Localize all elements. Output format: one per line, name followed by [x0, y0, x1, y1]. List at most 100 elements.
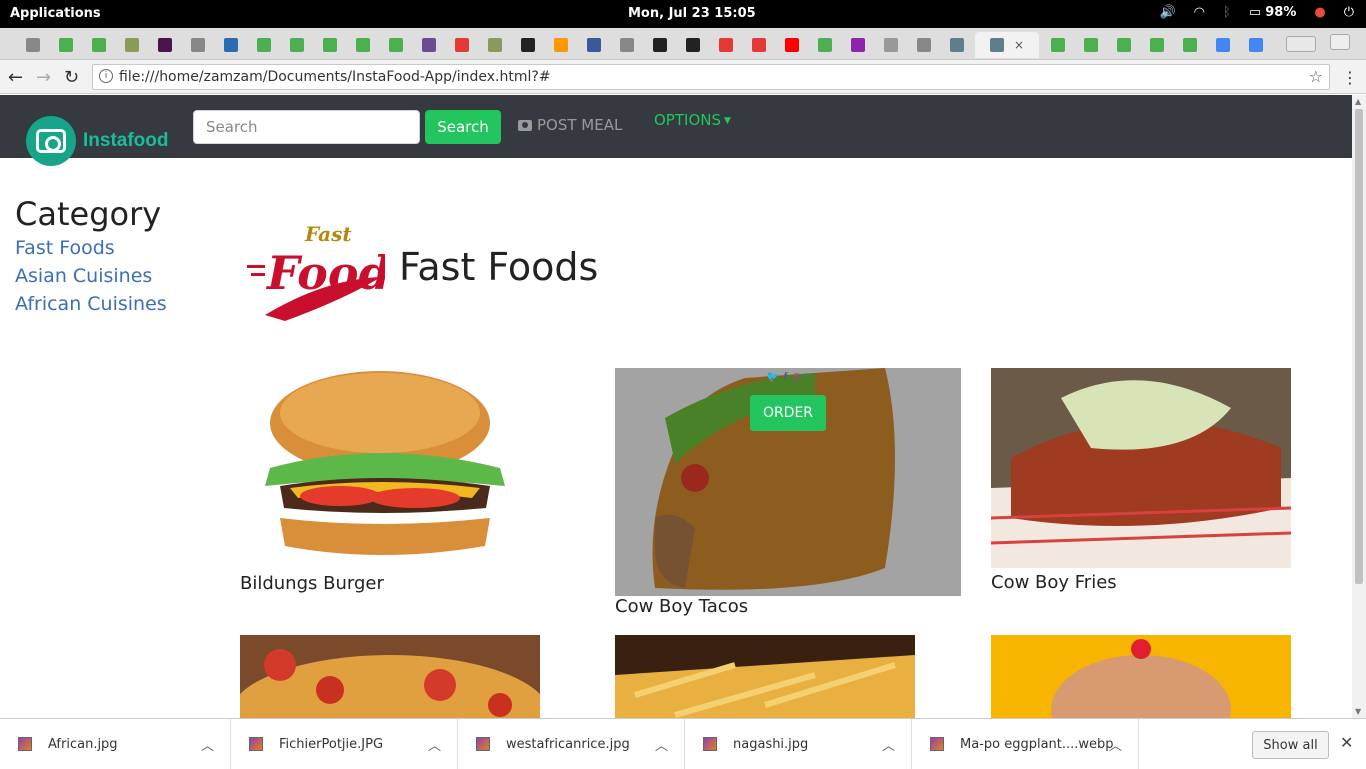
download-item[interactable]: African.jpg ︿ [0, 719, 231, 769]
french-fries-image [615, 635, 915, 718]
browser-tab[interactable] [381, 32, 411, 58]
post-meal-link[interactable]: POST MEAL [518, 116, 622, 134]
scroll-down-icon[interactable]: ▼ [1355, 707, 1361, 716]
chevron-up-icon[interactable]: ︿ [655, 735, 668, 754]
chevron-up-icon[interactable]: ︿ [201, 735, 214, 754]
applications-menu[interactable]: Applications [10, 6, 101, 21]
tab-favicon-icon [1117, 38, 1131, 52]
tab-favicon-icon [389, 38, 403, 52]
browser-tab[interactable] [1109, 32, 1139, 58]
new-tab-button[interactable] [1286, 36, 1316, 52]
twitter-icon[interactable]: 🐦 [766, 370, 780, 383]
power-icon[interactable]: ⏻ [1344, 5, 1354, 20]
options-dropdown[interactable]: OPTIONS ▼ [654, 111, 731, 129]
browser-tab[interactable] [513, 32, 543, 58]
browser-tab[interactable] [744, 32, 774, 58]
browser-tab[interactable] [480, 32, 510, 58]
meal-card[interactable]: Cow Boy Fries [990, 368, 1292, 593]
meal-card[interactable] [230, 635, 550, 718]
browser-tab[interactable] [84, 32, 114, 58]
browser-tab[interactable] [1142, 32, 1172, 58]
browser-tab[interactable] [348, 32, 378, 58]
tab-favicon-icon [125, 38, 139, 52]
instagram-icon[interactable]: ◎ [792, 370, 802, 383]
bluetooth-icon[interactable]: ᛒ [1223, 5, 1231, 20]
facebook-icon[interactable]: f [784, 370, 788, 383]
image-file-icon [703, 737, 717, 751]
page-scrollbar[interactable]: ▲ ▼ [1352, 95, 1366, 718]
browser-tab[interactable] [1208, 32, 1238, 58]
order-button[interactable]: ORDER [750, 395, 826, 431]
meal-card[interactable] [615, 635, 915, 718]
battery-icon[interactable]: ▭ 98% [1249, 5, 1297, 20]
browser-tab[interactable] [282, 32, 312, 58]
browser-tab[interactable] [1076, 32, 1106, 58]
browser-tab[interactable] [1241, 32, 1271, 58]
browser-tab[interactable] [414, 32, 444, 58]
address-bar[interactable]: i file:///home/zamzam/Documents/InstaFoo… [92, 64, 1330, 90]
notification-icon[interactable]: ● [1314, 5, 1325, 20]
reload-icon[interactable]: ↻ [64, 67, 79, 88]
active-tab[interactable]: × [975, 32, 1039, 58]
browser-tab[interactable] [678, 32, 708, 58]
download-filename: FichierPotjie.JPG [279, 736, 384, 752]
browser-tab[interactable] [645, 32, 675, 58]
browser-tab[interactable] [810, 32, 840, 58]
scroll-up-icon[interactable]: ▲ [1355, 97, 1361, 106]
meal-card[interactable]: Bildungs Burger [240, 368, 520, 594]
category-link-fast-foods[interactable]: Fast Foods [15, 237, 167, 259]
close-tab-icon[interactable]: × [1014, 38, 1024, 52]
clock[interactable]: Mon, Jul 23 15:05 [628, 6, 756, 21]
chevron-up-icon[interactable]: ︿ [428, 735, 441, 754]
download-item[interactable]: westafricanrice.jpg ︿ [458, 719, 685, 769]
wifi-icon[interactable]: ◠ [1194, 5, 1205, 20]
browser-tab[interactable] [1043, 32, 1073, 58]
chevron-up-icon[interactable]: ︿ [1109, 735, 1122, 754]
browser-tab[interactable] [18, 32, 48, 58]
back-arrow-icon[interactable]: ← [8, 67, 23, 88]
browser-menu-icon[interactable]: ⋮ [1342, 68, 1358, 87]
profile-icon[interactable] [1330, 34, 1350, 50]
browser-tab[interactable] [546, 32, 576, 58]
tab-favicon-icon [620, 38, 634, 52]
browser-tab[interactable] [249, 32, 279, 58]
browser-tab[interactable] [117, 32, 147, 58]
browser-tab[interactable] [711, 32, 741, 58]
info-icon[interactable]: i [99, 69, 113, 83]
browser-tab[interactable] [942, 32, 972, 58]
browser-tab[interactable] [579, 32, 609, 58]
search-button[interactable]: Search [425, 110, 501, 144]
category-link-asian-cuisines[interactable]: Asian Cuisines [15, 265, 167, 287]
brand[interactable]: Instafood [26, 116, 169, 166]
browser-tab[interactable] [843, 32, 873, 58]
browser-tab[interactable] [612, 32, 642, 58]
browser-tab[interactable] [1175, 32, 1205, 58]
download-item[interactable]: FichierPotjie.JPG ︿ [231, 719, 458, 769]
show-all-downloads-button[interactable]: Show all [1252, 731, 1329, 759]
meal-card[interactable]: 🐦 f ◎ ORDER Cow Boy Tacos [615, 368, 961, 617]
browser-tab[interactable] [51, 32, 81, 58]
category-link-african-cuisines[interactable]: African Cuisines [15, 293, 167, 315]
browser-tab[interactable] [150, 32, 180, 58]
bookmark-star-icon[interactable]: ☆ [1309, 67, 1323, 86]
browser-tab[interactable] [315, 32, 345, 58]
browser-tab[interactable] [876, 32, 906, 58]
tab-favicon-icon [1216, 38, 1230, 52]
forward-arrow-icon[interactable]: → [36, 67, 51, 88]
browser-tab[interactable] [216, 32, 246, 58]
meal-label: Bildungs Burger [240, 573, 384, 594]
browser-tab[interactable] [777, 32, 807, 58]
tab-favicon-icon [785, 38, 799, 52]
browser-tab[interactable] [447, 32, 477, 58]
download-filename: African.jpg [48, 736, 118, 752]
meal-card[interactable] [991, 635, 1291, 718]
chevron-up-icon[interactable]: ︿ [882, 735, 895, 754]
browser-tab[interactable] [909, 32, 939, 58]
download-item[interactable]: Ma-po eggplant....webp ︿ [912, 719, 1139, 769]
close-icon[interactable]: ✕ [1340, 733, 1353, 752]
search-input[interactable] [193, 110, 420, 144]
scroll-thumb[interactable] [1355, 109, 1363, 584]
download-item[interactable]: nagashi.jpg ︿ [685, 719, 912, 769]
volume-icon[interactable]: 🔊 [1159, 5, 1175, 20]
browser-tab[interactable] [183, 32, 213, 58]
